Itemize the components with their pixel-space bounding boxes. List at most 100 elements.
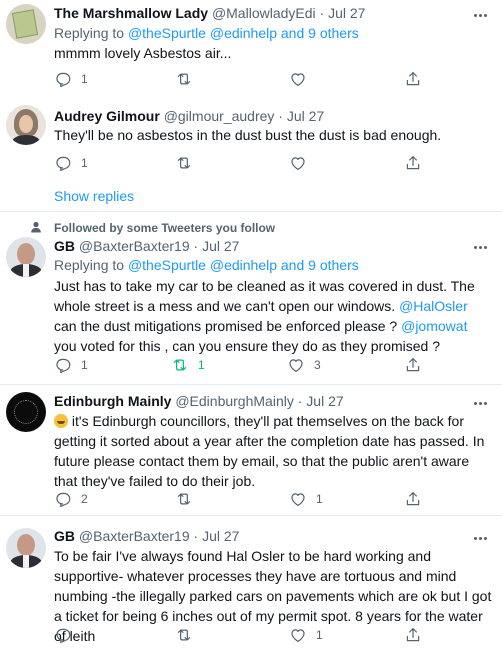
like-count: 1 <box>316 628 323 642</box>
show-replies-link[interactable]: Show replies <box>54 188 134 204</box>
like-button[interactable]: 1 <box>289 490 323 508</box>
timestamp[interactable]: Jul 27 <box>202 238 239 254</box>
author-name[interactable]: Edinburgh Mainly <box>54 393 171 409</box>
share-button[interactable] <box>404 356 422 374</box>
share-icon <box>404 626 422 644</box>
reply-count: 1 <box>81 156 88 170</box>
replying-to: Replying to @theSpurtle @edinhelp and 9 … <box>54 257 359 273</box>
more-options-icon[interactable] <box>474 402 490 406</box>
share-icon <box>404 356 422 374</box>
heart-icon <box>289 490 307 508</box>
reply-button[interactable]: 2 <box>54 490 88 508</box>
tweet-actions: 2 1 <box>54 490 434 510</box>
author-handle[interactable]: @EdinburghMainly <box>175 393 294 409</box>
like-button[interactable] <box>289 154 307 172</box>
retweet-icon <box>171 356 189 374</box>
tweet-actions: 1 1 3 <box>54 356 434 376</box>
share-button[interactable] <box>404 154 422 172</box>
author-handle[interactable]: @BaxterBaxter19 <box>79 238 190 254</box>
black-circle-avatar-icon <box>14 400 38 424</box>
author-name[interactable]: Audrey Gilmour <box>54 108 160 124</box>
avatar[interactable] <box>6 237 46 277</box>
reply-icon <box>54 356 72 374</box>
retweet-icon <box>175 154 193 172</box>
timestamp[interactable]: Jul 27 <box>328 5 365 21</box>
timestamp[interactable]: Jul 27 <box>306 393 343 409</box>
separator: · <box>319 5 325 21</box>
tweet-actions: 1 <box>54 154 434 174</box>
more-options-icon[interactable] <box>474 537 490 541</box>
more-options-icon[interactable] <box>474 246 490 250</box>
mention-link[interactable]: @HalOsler <box>399 298 468 314</box>
retweet-icon <box>175 70 193 88</box>
heart-icon <box>289 154 307 172</box>
share-icon <box>404 70 422 88</box>
separator: · <box>193 528 199 544</box>
reply-count: 1 <box>81 358 88 372</box>
tweet-text: They'll be no asbestos in the dust bust … <box>54 127 442 143</box>
reply-button[interactable]: 1 <box>54 154 88 172</box>
reply-button[interactable]: 1 <box>54 70 88 88</box>
tweet[interactable]: Edinburgh Mainly @EdinburghMainly · Jul … <box>0 385 502 516</box>
author-name[interactable]: GB <box>54 238 75 254</box>
social-context: Followed by some Tweeters you follow <box>54 221 276 235</box>
author-handle[interactable]: @BaxterBaxter19 <box>79 528 190 544</box>
tweet[interactable]: GB @BaxterBaxter19 · Jul 27 To be fair I… <box>0 516 502 650</box>
avatar[interactable] <box>6 105 46 145</box>
tweet[interactable]: Followed by some Tweeters you follow GB … <box>0 212 502 385</box>
author-name[interactable]: The Marshmallow Lady <box>54 5 208 21</box>
retweet-count: 1 <box>198 358 205 372</box>
retweet-button[interactable] <box>175 154 193 172</box>
like-button[interactable]: 1 <box>289 626 323 644</box>
retweet-button[interactable] <box>175 70 193 88</box>
retweet-icon <box>175 490 193 508</box>
retweet-icon <box>175 626 193 644</box>
avatar[interactable] <box>6 528 46 568</box>
timestamp[interactable]: Jul 27 <box>287 108 324 124</box>
reply-icon <box>54 626 72 644</box>
reply-button[interactable]: 1 <box>54 356 88 374</box>
reply-icon <box>54 154 72 172</box>
tweet-text: it's Edinburgh councillors, they'll pat … <box>54 413 485 489</box>
rolling-on-floor-laughing-emoji-icon <box>54 414 68 428</box>
author-handle[interactable]: @MallowladyEdi <box>212 5 316 21</box>
retweet-button[interactable] <box>175 490 193 508</box>
heart-icon <box>287 356 305 374</box>
separator: · <box>297 393 303 409</box>
person-icon <box>31 221 41 233</box>
reply-button[interactable] <box>54 626 72 644</box>
replying-to: Replying to @theSpurtle @edinhelp and 9 … <box>54 25 359 41</box>
heart-icon <box>289 626 307 644</box>
share-button[interactable] <box>404 490 422 508</box>
reply-count: 2 <box>81 492 88 506</box>
share-icon <box>404 154 422 172</box>
avatar[interactable] <box>6 4 46 44</box>
tweet-text: Just has to take my car to be cleaned as… <box>54 278 475 354</box>
tweet[interactable]: The Marshmallow Lady @MallowladyEdi · Ju… <box>0 0 502 98</box>
avatar[interactable] <box>6 392 46 432</box>
separator: · <box>193 238 199 254</box>
tweet-text: mmmm lovely Asbestos air... <box>54 45 232 61</box>
author-name[interactable]: GB <box>54 528 75 544</box>
replying-to-handles[interactable]: @theSpurtle @edinhelp and 9 others <box>128 257 359 273</box>
more-options-icon[interactable] <box>474 14 490 18</box>
share-icon <box>404 490 422 508</box>
mention-link[interactable]: @jomowat <box>401 318 467 334</box>
retweet-button[interactable] <box>175 626 193 644</box>
retweet-button[interactable]: 1 <box>171 356 205 374</box>
like-button[interactable]: 3 <box>287 356 321 374</box>
like-count: 3 <box>314 358 321 372</box>
reply-icon <box>54 490 72 508</box>
heart-icon <box>289 70 307 88</box>
tweet-actions: 1 <box>54 626 434 646</box>
share-button[interactable] <box>404 70 422 88</box>
share-button[interactable] <box>404 626 422 644</box>
replying-to-handles[interactable]: @theSpurtle @edinhelp and 9 others <box>128 25 359 41</box>
like-count: 1 <box>316 492 323 506</box>
reply-icon <box>54 70 72 88</box>
timestamp[interactable]: Jul 27 <box>202 528 239 544</box>
stack-of-papers-avatar-icon <box>11 9 39 39</box>
like-button[interactable] <box>289 70 307 88</box>
tweet[interactable]: Audrey Gilmour @gilmour_audrey · Jul 27 … <box>0 98 502 212</box>
author-handle[interactable]: @gilmour_audrey <box>164 108 275 124</box>
